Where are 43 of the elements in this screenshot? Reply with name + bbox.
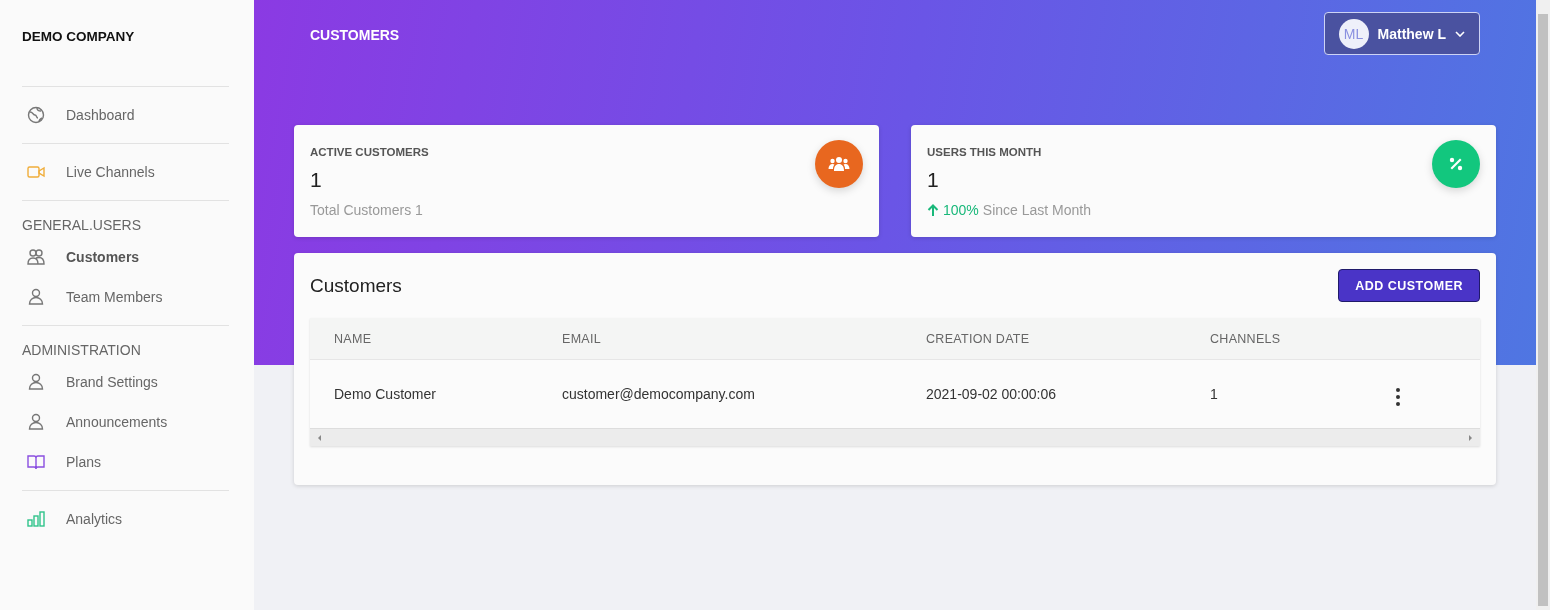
sidebar-item[interactable]: Brand Settings bbox=[22, 362, 229, 402]
stat-note: Total Customers 1 bbox=[310, 202, 423, 218]
globe-icon bbox=[26, 105, 46, 125]
table-cell: 2021-09-02 00:00:06 bbox=[926, 386, 1056, 402]
sidebar-item[interactable]: Plans bbox=[22, 442, 229, 482]
stat-change: 100% bbox=[943, 202, 979, 218]
company-name: DEMO COMPANY bbox=[22, 29, 135, 44]
table-cell: customer@democompany.com bbox=[562, 386, 755, 402]
horizontal-scrollbar[interactable] bbox=[310, 428, 1480, 446]
stat-value: 1 bbox=[310, 168, 322, 192]
sidebar-item[interactable]: Live Channels bbox=[22, 152, 229, 192]
stat-value: 1 bbox=[927, 168, 939, 192]
table-cell: Demo Customer bbox=[334, 386, 436, 402]
users-icon bbox=[26, 247, 46, 267]
sidebar-item[interactable]: Analytics bbox=[22, 499, 229, 539]
arrow-up-icon bbox=[927, 203, 939, 217]
column-header: EMAIL bbox=[562, 331, 601, 346]
column-header: CREATION DATE bbox=[926, 331, 1030, 346]
user-menu[interactable]: ML Matthew L bbox=[1323, 12, 1480, 55]
card-title: Customers bbox=[310, 274, 402, 297]
add-customer-button[interactable]: ADD CUSTOMER bbox=[1338, 269, 1480, 302]
user-icon bbox=[26, 372, 46, 392]
percent-icon bbox=[1449, 157, 1463, 171]
bar-chart-icon bbox=[26, 509, 46, 529]
user-icon bbox=[26, 287, 46, 307]
stat-note: Since Last Month bbox=[982, 202, 1091, 218]
users-icon bbox=[828, 156, 850, 172]
sidebar-item[interactable]: Announcements bbox=[22, 402, 229, 442]
stat-title: USERS THIS MONTH bbox=[927, 146, 1042, 158]
sidebar-item[interactable]: Dashboard bbox=[22, 95, 229, 135]
sidebar-item[interactable]: Customers bbox=[22, 237, 229, 277]
user-icon bbox=[26, 412, 46, 432]
stat-title: ACTIVE CUSTOMERS bbox=[310, 146, 429, 158]
sidebar-item[interactable]: Team Members bbox=[22, 277, 229, 317]
section-heading: ADMINISTRATION bbox=[22, 342, 141, 358]
column-header: CHANNELS bbox=[1210, 331, 1281, 346]
book-icon bbox=[26, 452, 46, 472]
table-cell: 1 bbox=[1210, 386, 1218, 402]
column-header: NAME bbox=[334, 331, 372, 346]
section-heading: GENERAL.USERS bbox=[22, 217, 142, 233]
page-title: CUSTOMERS bbox=[310, 27, 400, 43]
chevron-down-icon bbox=[1455, 30, 1465, 37]
avatar: ML bbox=[1338, 18, 1369, 49]
